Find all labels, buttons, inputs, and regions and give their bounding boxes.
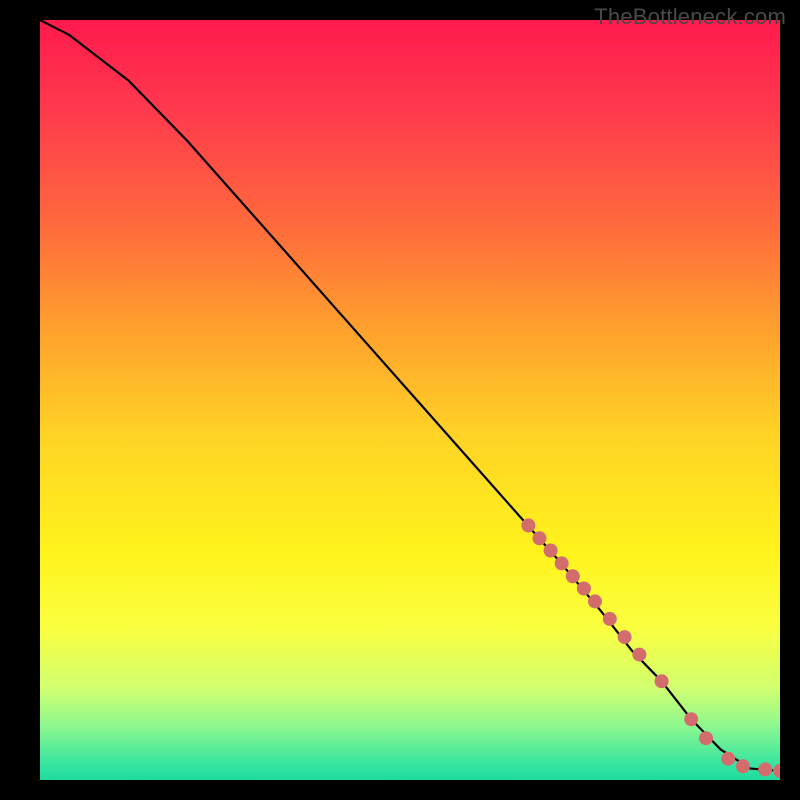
marker-dot (655, 674, 669, 688)
bottleneck-curve (40, 20, 780, 771)
marker-dot (736, 759, 750, 773)
marker-dot (618, 630, 632, 644)
marker-dot (773, 764, 780, 778)
watermark-text: TheBottleneck.com (594, 4, 786, 30)
chart-wrapper: TheBottleneck.com (0, 0, 800, 800)
marker-group (521, 518, 780, 778)
marker-dot (721, 752, 735, 766)
marker-dot (588, 594, 602, 608)
curve-line (40, 20, 780, 771)
marker-dot (699, 731, 713, 745)
marker-dot (533, 531, 547, 545)
marker-dot (758, 762, 772, 776)
marker-dot (684, 712, 698, 726)
marker-dot (577, 582, 591, 596)
marker-dot (544, 544, 558, 558)
marker-dot (603, 612, 617, 626)
plot-area (40, 20, 780, 780)
marker-dot (521, 518, 535, 532)
marker-dot (566, 569, 580, 583)
marker-dot (555, 556, 569, 570)
chart-svg (40, 20, 780, 780)
marker-dot (632, 648, 646, 662)
